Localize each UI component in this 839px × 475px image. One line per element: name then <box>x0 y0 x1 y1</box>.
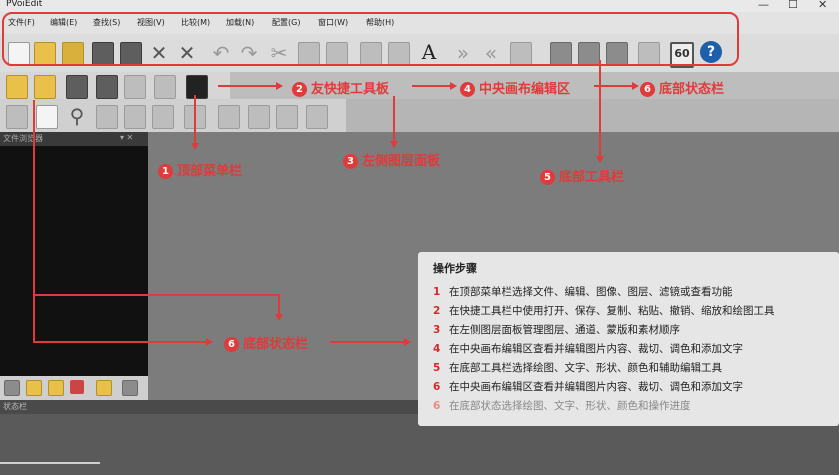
step-item: 5 在底部工具栏选择绘图、文字、形状、颜色和辅助编辑工具 <box>433 362 722 374</box>
label-bottom-status-mid: 6 底部状态栏 <box>224 333 308 352</box>
step-item: 1 在顶部菜单栏选择文件、编辑、图像、图层、滤镜或查看功能 <box>433 286 733 298</box>
compare-icon[interactable] <box>124 75 146 99</box>
tab-e-icon[interactable] <box>96 380 112 396</box>
add-icon[interactable] <box>248 105 270 129</box>
window-icon[interactable] <box>306 105 328 129</box>
zoom-icon[interactable]: ⚲ <box>66 105 88 127</box>
rotate-icon[interactable] <box>6 105 28 129</box>
open-recent-icon[interactable] <box>34 75 56 99</box>
status-label: 状态栏 <box>3 402 27 411</box>
arrow-line-6-vertical <box>33 100 35 342</box>
tab-f-icon[interactable] <box>122 380 138 396</box>
tool-toolbar: ⚲ <box>0 99 346 132</box>
arrow-line-3 <box>393 96 395 142</box>
step-item: 2 在快捷工具栏中使用打开、保存、复制、粘贴、撤销、缩放和绘图工具 <box>433 305 775 317</box>
move-icon[interactable] <box>218 105 240 129</box>
arrow-head-5 <box>596 156 604 163</box>
camera-icon[interactable] <box>186 75 208 99</box>
arrow-head-6-down <box>275 314 283 321</box>
bottom-divider <box>0 462 100 464</box>
tab-a-icon[interactable] <box>4 380 20 396</box>
label-bottom-toolbar: 5 底部工具栏 <box>540 166 624 185</box>
step-item: 3 在左侧图层面板管理图层、通道、蒙版和素材顺序 <box>433 324 680 336</box>
open-file-icon[interactable] <box>6 75 28 99</box>
window-title: PVoiEdit <box>6 0 43 9</box>
remove-icon[interactable] <box>276 105 298 129</box>
step-item: 6 在中央画布编辑区查看并编辑图片内容、裁切、调色和添加文字 <box>433 381 743 393</box>
arrow-line-5 <box>599 60 601 158</box>
arrow-line-6-bottom <box>33 341 208 343</box>
arrow-head-2 <box>276 82 283 90</box>
list-indent-icon[interactable] <box>152 105 174 129</box>
minimize-button[interactable]: — <box>758 0 769 11</box>
arrow-head-1 <box>191 143 199 150</box>
left-layer-panel: 文件浏览器 ▾ ✕ <box>0 132 148 400</box>
arrow-line-6-down <box>278 294 280 316</box>
label-quick-toolbar: 2 友快捷工具板 <box>292 78 389 97</box>
arrow-head-4 <box>450 82 457 90</box>
layer-tabs <box>0 376 148 400</box>
arrow-head-6-bottom <box>206 338 213 346</box>
arrow-line-2 <box>218 85 278 87</box>
arrow-line-4 <box>412 85 452 87</box>
label-left-layer: 3 左侧图层面板 <box>343 150 440 169</box>
tab-c-icon[interactable] <box>48 380 64 396</box>
tab-d-icon[interactable] <box>70 380 84 394</box>
arrow-head-6-top <box>632 82 639 90</box>
save-copy-icon[interactable] <box>96 75 118 99</box>
panel-pin-close[interactable]: ▾ ✕ <box>120 133 133 142</box>
menu-highlight-box <box>2 12 739 66</box>
steps-title: 操作步骤 <box>433 262 477 275</box>
save-file-icon[interactable] <box>66 75 88 99</box>
up-icon[interactable] <box>124 105 146 129</box>
arrow-line-1 <box>194 95 196 145</box>
arrow-head-6-right <box>404 338 411 346</box>
maximize-button[interactable]: ☐ <box>788 0 798 11</box>
sync-icon[interactable] <box>154 75 176 99</box>
toolbar-strip-2 <box>346 99 839 132</box>
arrow-head-3 <box>390 141 398 148</box>
tab-b-icon[interactable] <box>26 380 42 396</box>
label-bottom-status-top: 6 底部状态栏 <box>640 78 724 97</box>
arrow-line-6-right <box>330 341 406 343</box>
label-top-menu: 1 顶部菜单栏 <box>158 160 242 179</box>
panel-title: 文件浏览器 <box>3 134 43 143</box>
title-bar: PVoiEdit — ☐ ✕ <box>0 0 839 12</box>
step-item: 4 在中央画布编辑区查看并编辑图片内容、裁切、调色和添加文字 <box>433 343 743 355</box>
step-item: 6 在底部状态选择绘图、文字、形状、颜色和操作进度 <box>433 400 691 412</box>
label-center-canvas: 4 中央画布编辑区 <box>460 78 570 97</box>
page-icon[interactable] <box>36 105 58 129</box>
close-window-button[interactable]: ✕ <box>818 0 827 11</box>
sort-az-icon[interactable] <box>96 105 118 129</box>
panel-header: 文件浏览器 ▾ ✕ <box>0 132 148 146</box>
arrow-line-6-horizontal <box>33 294 279 296</box>
steps-card: 操作步骤 1 在顶部菜单栏选择文件、编辑、图像、图层、滤镜或查看功能 2 在快捷工具… <box>418 252 839 426</box>
